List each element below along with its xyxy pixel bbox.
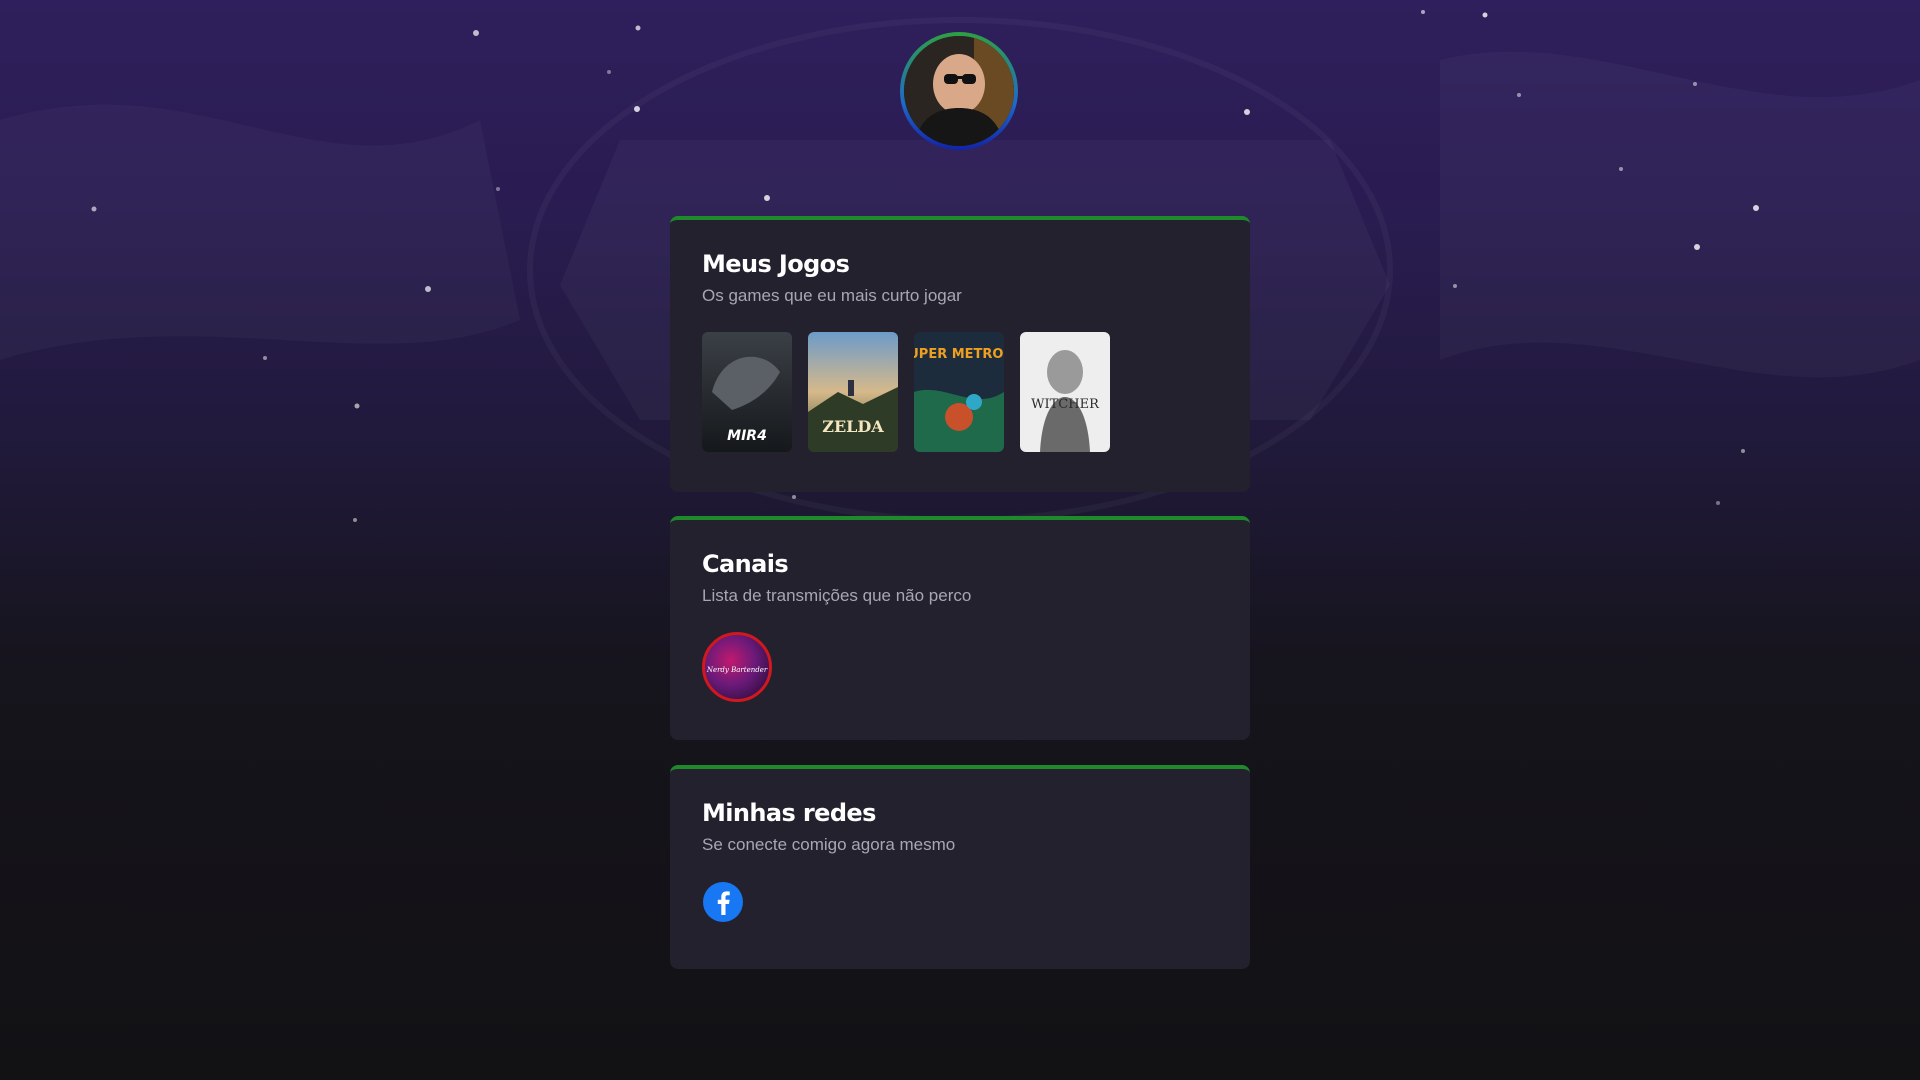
social-subtitle: Se conecte comigo agora mesmo [702, 835, 956, 854]
games-list: MIR4 ZELDA SUPER METROID [702, 332, 1218, 452]
channels-subtitle: Lista de transmições que não perco [702, 586, 972, 605]
game-cover-mir4[interactable]: MIR4 [702, 332, 792, 452]
facebook-icon [703, 882, 743, 922]
facebook-link[interactable] [702, 881, 744, 923]
game-name-zelda: ZELDA [822, 417, 884, 436]
games-card: Meus Jogos Os games que eu mais curto jo… [670, 216, 1250, 492]
channel-name: Nerdy Bartender [706, 666, 768, 674]
social-card: Minhas redes Se conecte comigo agora mes… [670, 765, 1250, 969]
games-title: Meus Jogos [702, 250, 850, 278]
profile-avatar[interactable] [900, 32, 1018, 150]
game-name-mir4: MIR4 [727, 428, 767, 444]
social-title: Minhas redes [702, 799, 876, 827]
profile-photo-icon [904, 36, 1014, 146]
game-name-witcher: WITCHER [1031, 397, 1100, 412]
game-name-super-metroid: SUPER METROID [914, 347, 1004, 362]
games-subtitle: Os games que eu mais curto jogar [702, 286, 962, 305]
channel-nerdy-bartender[interactable]: Nerdy Bartender [702, 632, 772, 702]
game-cover-super-metroid[interactable]: SUPER METROID [914, 332, 1004, 452]
game-cover-zelda[interactable]: ZELDA [808, 332, 898, 452]
nerdy-bartender-logo: Nerdy Bartender [706, 666, 768, 674]
channels-title: Canais [702, 550, 789, 578]
channels-card: Canais Lista de transmições que não perc… [670, 516, 1250, 740]
game-cover-witcher[interactable]: WITCHER [1020, 332, 1110, 452]
